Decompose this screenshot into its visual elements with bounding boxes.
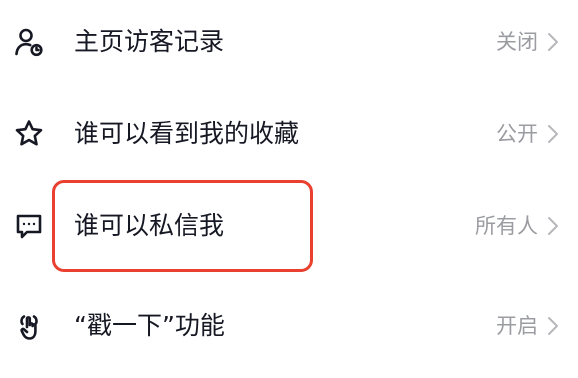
row-label: “戳一下”功能 (74, 311, 225, 340)
profile-visitor-icon (12, 25, 46, 59)
row-label: 谁可以私信我 (74, 211, 225, 240)
star-icon (12, 117, 46, 151)
row-value: 开启 (496, 314, 538, 338)
row-value: 公开 (496, 122, 538, 146)
settings-row-direct-message[interactable]: 谁可以私信我 所有人 (0, 196, 578, 256)
row-value: 关闭 (496, 30, 538, 54)
settings-row-poke-feature[interactable]: “戳一下”功能 开启 (0, 296, 578, 356)
chevron-right-icon (546, 215, 560, 237)
chevron-right-icon (546, 31, 560, 53)
message-icon (12, 209, 46, 243)
chevron-right-icon (546, 315, 560, 337)
row-value: 所有人 (475, 214, 538, 238)
settings-row-favorites-visibility[interactable]: 谁可以看到我的收藏 公开 (0, 104, 578, 164)
chevron-right-icon (546, 123, 560, 145)
row-label: 主页访客记录 (74, 27, 225, 56)
row-label: 谁可以看到我的收藏 (74, 119, 300, 148)
poke-hand-icon (12, 309, 46, 343)
settings-row-profile-visitors[interactable]: 主页访客记录 关闭 (0, 12, 578, 72)
